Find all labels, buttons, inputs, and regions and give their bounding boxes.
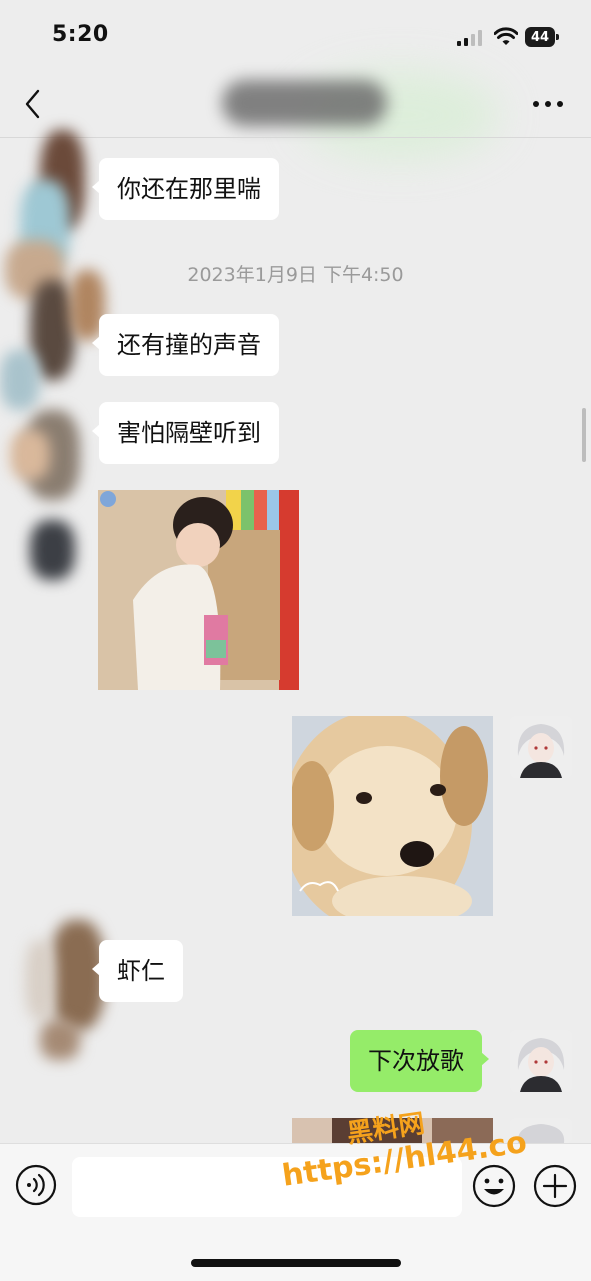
received-sticker-image[interactable] xyxy=(98,490,299,690)
back-arrow-icon[interactable] xyxy=(22,88,44,120)
sender-avatar-redacted-2[interactable] xyxy=(15,900,110,1070)
sent-sticker-image[interactable] xyxy=(292,716,493,916)
message-bubble-received[interactable]: 害怕隔壁听到 xyxy=(92,402,279,464)
chat-title-redacted xyxy=(222,80,387,126)
my-avatar[interactable] xyxy=(510,716,572,778)
scroll-indicator[interactable] xyxy=(582,408,586,462)
my-avatar[interactable] xyxy=(510,1030,572,1092)
home-indicator xyxy=(191,1259,401,1267)
message-bubble-sent[interactable]: 下次放歌 xyxy=(350,1030,489,1092)
message-bubble-received[interactable]: 还有撞的声音 xyxy=(92,314,279,376)
message-timestamp: 2023年1月9日 下午4:50 xyxy=(187,264,404,286)
message-bubble-received[interactable]: 虾仁 xyxy=(92,940,183,1002)
wifi-icon xyxy=(494,27,518,45)
more-options-icon[interactable] xyxy=(532,100,564,108)
battery-icon: 44 xyxy=(525,27,559,47)
battery-level: 44 xyxy=(525,27,555,47)
message-bubble-received[interactable]: 你还在那里喘 xyxy=(92,158,279,220)
status-time: 5:20 xyxy=(52,22,109,47)
cellular-signal-icon xyxy=(457,30,482,46)
voice-input-icon[interactable] xyxy=(15,1164,57,1206)
